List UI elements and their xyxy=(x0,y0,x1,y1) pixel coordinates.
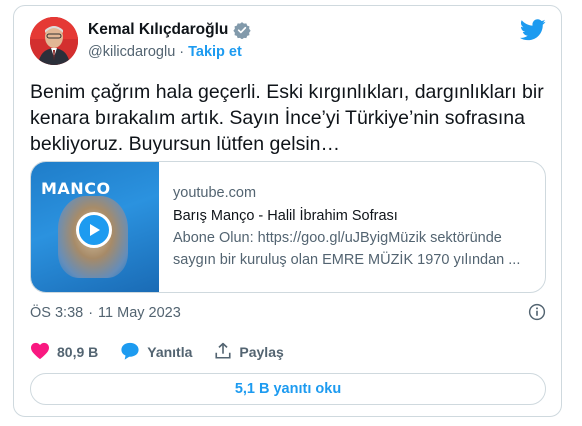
tweet-text: Benim çağrım hala geçerli. Eski kırgınlı… xyxy=(30,79,550,157)
share-icon xyxy=(214,342,232,363)
reply-button[interactable]: Yanıtla xyxy=(120,342,192,363)
tweet-header: Kemal Kılıçdaroğlu @kilicdaroglu · Takip… xyxy=(30,17,548,69)
verified-badge-icon xyxy=(233,21,252,40)
read-replies-button[interactable]: 5,1 B yanıtı oku xyxy=(30,373,546,405)
link-title: Barış Manço - Halil İbrahim Sofrası xyxy=(173,208,398,224)
link-card-text: youtube.com Barış Manço - Halil İbrahim … xyxy=(173,184,533,271)
meta-separator: · xyxy=(88,305,94,321)
link-description-line: saygın bir kuruluş olan EMRE MÜZİK 1970 … xyxy=(173,252,521,268)
tweet-text-line: Benim çağrım hala geçerli. Eski kırgınlı… xyxy=(30,81,544,103)
like-button[interactable]: 80,9 B xyxy=(30,342,98,363)
like-count: 80,9 B xyxy=(57,344,99,360)
tweet-actions: 80,9 B Yanıtla Paylaş xyxy=(30,340,546,364)
tweet-embed-card: Kemal Kılıçdaroğlu @kilicdaroglu · Takip… xyxy=(13,5,562,417)
video-thumbnail[interactable]: MANCO xyxy=(31,162,159,292)
tweet-date[interactable]: 11 May 2023 xyxy=(98,305,181,321)
play-icon[interactable] xyxy=(76,212,112,248)
reply-bubble-icon xyxy=(120,342,140,363)
link-domain: youtube.com xyxy=(173,185,257,201)
tweet-text-line: kenara bırakalım artık. Sayın İnce’yi Tü… xyxy=(30,107,525,129)
twitter-bird-icon[interactable] xyxy=(519,19,546,41)
handle-row: @kilicdaroglu · Takip et xyxy=(88,44,242,60)
handle-separator: · xyxy=(179,44,185,60)
info-icon[interactable] xyxy=(528,303,546,321)
tweet-text-line: bekliyoruz. Buyursun lütfen gelsin… xyxy=(30,133,340,155)
share-button[interactable]: Paylaş xyxy=(214,342,284,363)
tweet-time[interactable]: ÖS 3:38 xyxy=(30,305,83,321)
name-row: Kemal Kılıçdaroğlu xyxy=(88,21,252,40)
heart-icon xyxy=(30,342,50,363)
follow-button[interactable]: Takip et xyxy=(188,44,242,60)
author-handle[interactable]: @kilicdaroglu xyxy=(88,44,175,60)
avatar[interactable] xyxy=(30,17,78,65)
tweet-meta: ÖS 3:38 · 11 May 2023 xyxy=(30,302,546,324)
author-name[interactable]: Kemal Kılıçdaroğlu xyxy=(88,21,228,39)
reply-label: Yanıtla xyxy=(147,344,193,360)
link-description-line: Abone Olun: https://goo.gl/uJByigMüzik s… xyxy=(173,230,502,246)
share-label: Paylaş xyxy=(239,344,284,360)
youtube-link-card[interactable]: MANCO youtube.com Barış Manço - Halil İb… xyxy=(30,161,546,293)
thumbnail-title: MANCO xyxy=(41,179,111,198)
